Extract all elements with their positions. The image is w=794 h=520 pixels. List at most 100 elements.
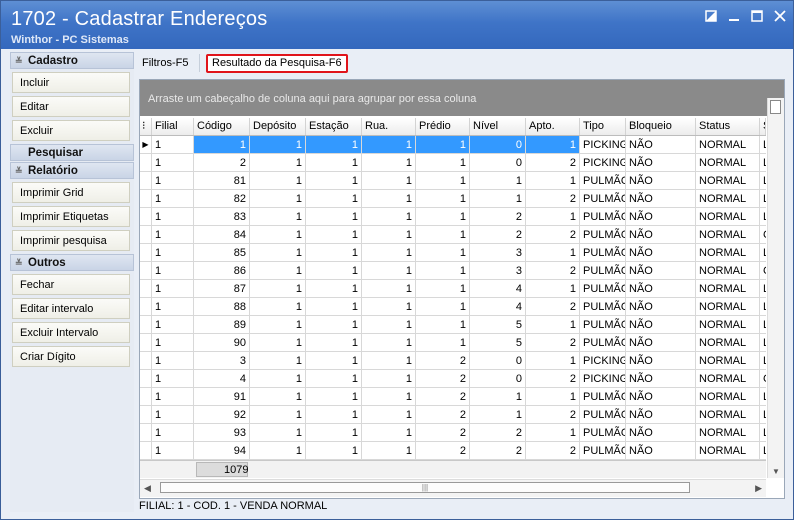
table-cell[interactable]: 1 [416, 154, 470, 172]
table-row[interactable]: 190111152PULMÃONÃONORMALL [140, 334, 766, 352]
table-cell[interactable]: 1 [416, 334, 470, 352]
table-cell[interactable]: 83 [194, 208, 250, 226]
table-cell[interactable]: 1 [416, 226, 470, 244]
horizontal-scrollbar[interactable]: ◀ ||| ▶ [140, 479, 766, 497]
table-cell[interactable]: 1 [152, 280, 194, 298]
table-cell[interactable]: L [760, 244, 766, 262]
table-cell[interactable]: PULMÃO [580, 226, 626, 244]
table-cell[interactable]: NÃO [626, 298, 696, 316]
table-cell[interactable]: PULMÃO [580, 190, 626, 208]
table-cell[interactable]: 3 [470, 244, 526, 262]
column-header[interactable]: Nível [470, 118, 526, 135]
pesquisar-button[interactable]: Pesquisar [10, 144, 134, 161]
row-indicator[interactable] [140, 316, 152, 334]
table-cell[interactable]: 94 [194, 442, 250, 460]
column-header[interactable]: Bloqueio [626, 118, 696, 135]
table-cell[interactable]: L [760, 406, 766, 424]
column-header[interactable]: Tipo [580, 118, 626, 135]
table-cell[interactable]: NÃO [626, 226, 696, 244]
tab-filtros[interactable]: Filtros-F5 [142, 54, 188, 72]
table-cell[interactable]: 1 [416, 208, 470, 226]
table-cell[interactable]: 2 [416, 370, 470, 388]
table-row[interactable]: 194111222PULMÃONÃONORMALL [140, 442, 766, 460]
table-cell[interactable]: NÃO [626, 352, 696, 370]
table-cell[interactable]: 1 [152, 172, 194, 190]
table-cell[interactable]: 1 [250, 442, 306, 460]
table-cell[interactable]: 1 [250, 172, 306, 190]
row-indicator[interactable] [140, 370, 152, 388]
table-cell[interactable]: PULMÃO [580, 208, 626, 226]
table-cell[interactable]: NORMAL [696, 370, 760, 388]
table-row[interactable]: 12111102PICKINGNÃONORMALL [140, 154, 766, 172]
column-header[interactable]: Prédio [416, 118, 470, 135]
table-row[interactable]: 188111142PULMÃONÃONORMALL [140, 298, 766, 316]
table-cell[interactable]: 1 [306, 172, 362, 190]
table-cell[interactable]: NÃO [626, 334, 696, 352]
table-cell[interactable]: 1 [250, 190, 306, 208]
restore-icon[interactable] [704, 9, 718, 23]
table-cell[interactable]: NÃO [626, 244, 696, 262]
table-cell[interactable]: 1 [362, 370, 416, 388]
table-cell[interactable]: NORMAL [696, 316, 760, 334]
row-indicator[interactable] [140, 262, 152, 280]
table-cell[interactable]: C [760, 226, 766, 244]
column-header[interactable]: S [760, 118, 766, 135]
fechar-button[interactable]: Fechar [12, 274, 130, 295]
table-cell[interactable]: PICKING [580, 352, 626, 370]
row-indicator[interactable] [140, 172, 152, 190]
table-cell[interactable]: 1 [416, 244, 470, 262]
table-cell[interactable]: 1 [306, 190, 362, 208]
table-cell[interactable]: 1 [362, 136, 416, 154]
table-cell[interactable]: 1 [362, 316, 416, 334]
row-indicator[interactable] [140, 442, 152, 460]
vertical-scrollbar[interactable]: ▼ [767, 98, 784, 478]
row-pointer-icon[interactable]: ▶ [140, 136, 152, 154]
table-cell[interactable]: 1 [362, 298, 416, 316]
table-cell[interactable]: 82 [194, 190, 250, 208]
table-cell[interactable]: 0 [470, 352, 526, 370]
table-cell[interactable]: 1 [152, 136, 194, 154]
table-cell[interactable]: NORMAL [696, 334, 760, 352]
table-cell[interactable]: 81 [194, 172, 250, 190]
row-indicator[interactable] [140, 406, 152, 424]
table-row[interactable]: 191111211PULMÃONÃONORMALL [140, 388, 766, 406]
section-header-outros[interactable]: ≚ Outros [10, 254, 134, 271]
column-header[interactable]: Status [696, 118, 760, 135]
table-cell[interactable]: 2 [526, 298, 580, 316]
table-cell[interactable]: L [760, 154, 766, 172]
table-cell[interactable]: L [760, 136, 766, 154]
table-cell[interactable]: 1 [152, 442, 194, 460]
table-cell[interactable]: 1 [152, 154, 194, 172]
table-cell[interactable]: PICKING [580, 154, 626, 172]
table-cell[interactable]: L [760, 172, 766, 190]
table-cell[interactable]: NÃO [626, 424, 696, 442]
table-cell[interactable]: 1 [362, 424, 416, 442]
table-cell[interactable]: 4 [194, 370, 250, 388]
table-cell[interactable]: NÃO [626, 136, 696, 154]
row-indicator[interactable] [140, 388, 152, 406]
table-cell[interactable]: PULMÃO [580, 334, 626, 352]
table-cell[interactable]: 4 [470, 280, 526, 298]
table-cell[interactable]: 1 [250, 154, 306, 172]
table-cell[interactable]: 1 [362, 388, 416, 406]
table-cell[interactable]: NORMAL [696, 442, 760, 460]
table-cell[interactable]: 2 [470, 208, 526, 226]
close-icon[interactable] [773, 9, 787, 23]
table-cell[interactable]: NORMAL [696, 406, 760, 424]
table-cell[interactable]: 1 [526, 136, 580, 154]
table-cell[interactable]: NORMAL [696, 424, 760, 442]
table-cell[interactable]: 1 [152, 226, 194, 244]
table-cell[interactable]: NÃO [626, 406, 696, 424]
table-cell[interactable]: L [760, 316, 766, 334]
table-row[interactable]: 186111132PULMÃONÃONORMALC [140, 262, 766, 280]
group-by-area[interactable]: Arraste um cabeçalho de coluna aqui para… [140, 80, 784, 116]
scroll-right-icon[interactable]: ▶ [755, 483, 762, 494]
table-cell[interactable]: 1 [306, 388, 362, 406]
table-cell[interactable]: 1 [250, 298, 306, 316]
table-cell[interactable]: 1 [250, 334, 306, 352]
column-header[interactable]: Filial [152, 118, 194, 135]
table-cell[interactable]: 1 [306, 226, 362, 244]
table-cell[interactable]: 1 [250, 226, 306, 244]
table-row[interactable]: 182111112PULMÃONÃONORMALL [140, 190, 766, 208]
table-cell[interactable]: 2 [470, 424, 526, 442]
